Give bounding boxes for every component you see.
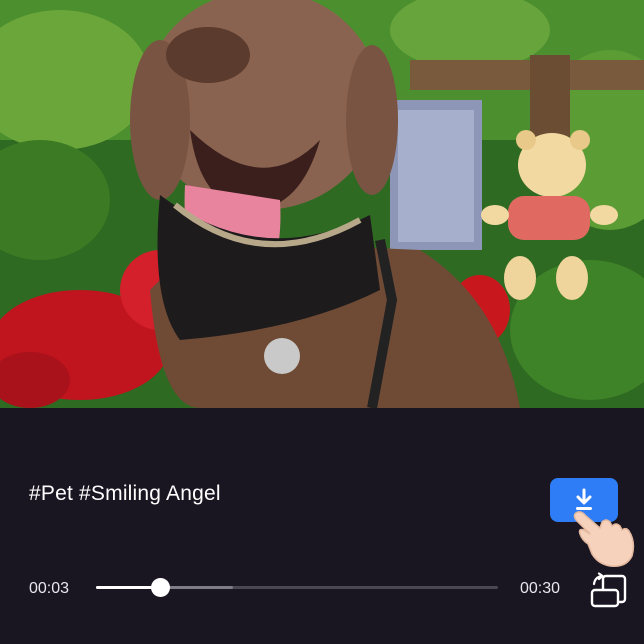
rotate-screen-icon	[590, 572, 627, 608]
video-frame[interactable]	[0, 0, 644, 408]
progress-slider[interactable]	[96, 578, 498, 597]
pointing-hand-icon	[573, 511, 635, 568]
video-hashtags[interactable]: #Pet #Smiling Angel	[29, 482, 221, 506]
video-controls-panel: #Pet #Smiling Angel 00:03 00:30	[0, 408, 644, 644]
played-bar	[96, 586, 160, 589]
rotate-screen-button[interactable]	[588, 572, 630, 610]
video-player-screen: #Pet #Smiling Angel 00:03 00:30	[0, 0, 644, 644]
dog-photo	[0, 0, 644, 408]
progress-thumb[interactable]	[150, 578, 170, 597]
current-time: 00:03	[29, 580, 70, 597]
duration-time: 00:30	[520, 580, 561, 597]
